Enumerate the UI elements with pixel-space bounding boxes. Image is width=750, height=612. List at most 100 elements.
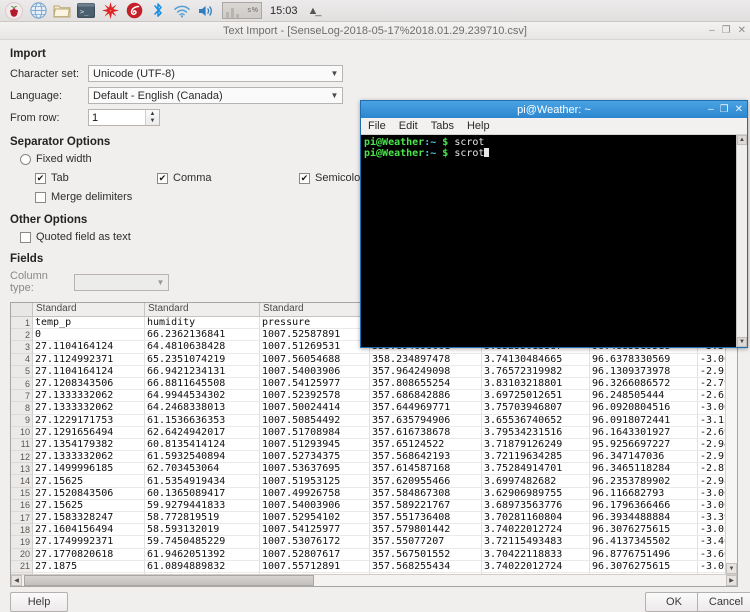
semicolon-checkbox[interactable]: ✔	[299, 172, 310, 184]
fixed-width-radio[interactable]	[20, 153, 31, 165]
maximize-icon[interactable]: ❐	[722, 26, 731, 36]
chevron-down-icon[interactable]: ▼	[327, 66, 342, 81]
table-cell: 3.62906989755	[482, 487, 590, 500]
from-row-stepper[interactable]: 1 ▲ ▼	[88, 109, 160, 126]
mathematica-icon[interactable]	[99, 1, 121, 21]
table-cell: 1007.56054688	[260, 353, 370, 366]
tab-checkbox[interactable]: ✔	[35, 172, 46, 184]
tab-checkbox-row[interactable]: ✔ Tab	[35, 172, 157, 184]
comma-checkbox[interactable]: ✔	[157, 172, 168, 184]
vscroll-track[interactable]	[726, 328, 737, 563]
table-cell: 61.5354919434	[145, 475, 260, 488]
stepper-arrows[interactable]: ▲ ▼	[145, 110, 159, 125]
table-row[interactable]: 19 27.1749992371 59.7450485229 1007.5307617…	[11, 536, 737, 549]
column-type-header-0[interactable]: Standard	[33, 303, 145, 316]
scroll-right-icon[interactable]: ▶	[726, 575, 737, 586]
ok-button[interactable]: OK	[645, 592, 703, 612]
table-row[interactable]: 13 27.1499996185 62.703453064 1007.53637695…	[11, 463, 737, 476]
web-browser-icon[interactable]	[27, 1, 49, 21]
terminal-vscroll-track[interactable]	[737, 145, 747, 337]
from-row-input[interactable]: 1	[89, 110, 145, 125]
table-cell: 1007.52392578	[260, 390, 370, 403]
comma-checkbox-row[interactable]: ✔ Comma	[157, 172, 299, 184]
wolfram-icon[interactable]	[123, 1, 145, 21]
table-row[interactable]: 21 27.1875 61.0894889832 1007.55712891 357.5…	[11, 560, 737, 573]
row-number: 3	[11, 341, 33, 354]
wifi-icon[interactable]	[171, 1, 193, 21]
table-row[interactable]: 15 27.1520843506 60.1365089417 1007.4992675…	[11, 487, 737, 500]
maximize-icon[interactable]: ❐	[720, 104, 729, 115]
table-horizontal-scrollbar[interactable]: ◀ ▶	[11, 574, 737, 586]
minimize-icon[interactable]: –	[709, 26, 715, 36]
table-cell: 3.72119634285	[482, 451, 590, 464]
cancel-button[interactable]: Cancel	[697, 592, 750, 612]
table-cell: 96.0920804516	[590, 402, 698, 415]
hscroll-track[interactable]	[22, 575, 726, 586]
file-manager-icon[interactable]	[51, 1, 73, 21]
menu-item-help[interactable]: Help	[467, 120, 490, 132]
minimize-icon[interactable]: –	[708, 104, 714, 115]
close-icon[interactable]: ✕	[738, 26, 746, 36]
table-row[interactable]: 14 27.15625 61.5354919434 1007.51953125 357.…	[11, 475, 737, 488]
table-cell: 1007.55712891	[260, 560, 370, 573]
table-row[interactable]: 8 27.1333332062 64.2468338013 1007.50024414…	[11, 402, 737, 415]
table-row[interactable]: 18 27.1604156494 58.593132019 1007.54125977…	[11, 524, 737, 537]
table-cell: 357.620955466	[370, 475, 482, 488]
language-select[interactable]: Default - English (Canada) ▼	[88, 87, 343, 104]
table-row[interactable]: 17 27.1583328247 58.772819519 1007.52954102…	[11, 512, 737, 525]
table-row[interactable]: 7 27.1333332062 64.9944534302 1007.52392578…	[11, 390, 737, 403]
scroll-left-icon[interactable]: ◀	[11, 575, 22, 586]
stepper-down-icon[interactable]: ▼	[146, 118, 159, 126]
column-type-select[interactable]: ▼	[74, 273, 169, 291]
table-row[interactable]: 10 27.1291656494 62.6424942017 1007.5170898…	[11, 426, 737, 439]
help-button[interactable]: Help	[10, 592, 68, 612]
merge-delimiters-checkbox[interactable]	[35, 191, 46, 203]
table-cell: 27.15625	[33, 499, 145, 512]
table-cell: 27.1749992371	[33, 536, 145, 549]
table-cell: 95.9256697227	[590, 438, 698, 452]
scroll-down-icon[interactable]: ▼	[737, 337, 747, 347]
terminal-user: pi@Weather	[364, 148, 425, 159]
bluetooth-icon[interactable]	[147, 1, 169, 21]
eject-icon[interactable]: ▲̲	[308, 5, 319, 17]
stepper-up-icon[interactable]: ▲	[146, 110, 159, 118]
menu-item-tabs[interactable]: Tabs	[431, 120, 454, 132]
table-row[interactable]: 16 27.15625 59.9279441833 1007.54003906 357.…	[11, 499, 737, 512]
row-number: 13	[11, 463, 33, 476]
quoted-field-checkbox[interactable]	[20, 231, 31, 243]
terminal-titlebar[interactable]: pi@Weather: ~ – ❐ ✕	[361, 101, 747, 118]
close-icon[interactable]: ✕	[735, 104, 743, 115]
terminal-command: scrot	[454, 148, 485, 159]
terminal-screen[interactable]: pi@Weather:~ $ scrot pi@Weather:~ $ scrot	[361, 135, 747, 347]
table-row[interactable]: 11 27.1354179382 60.8135414124 1007.5129394…	[11, 438, 737, 452]
row-number: 5	[11, 365, 33, 378]
menu-item-edit[interactable]: Edit	[399, 120, 418, 132]
hscroll-thumb[interactable]	[24, 575, 314, 586]
scroll-up-icon[interactable]: ▲	[737, 135, 747, 145]
chevron-down-icon[interactable]: ▼	[327, 88, 342, 103]
table-cell: 3.70422118833	[482, 548, 590, 561]
column-type-header-1[interactable]: Standard	[145, 303, 260, 316]
table-row[interactable]: 5 27.1104164124 66.9421234131 1007.54003906…	[11, 365, 737, 378]
character-set-select[interactable]: Unicode (UTF-8) ▼	[88, 65, 343, 82]
table-row[interactable]: 20 27.1770820618 61.9462051392 1007.5280761…	[11, 548, 737, 561]
terminal-scrollbar[interactable]: ▲ ▼	[736, 135, 747, 347]
table-row[interactable]: 4 27.1124992371 65.2351074219 1007.56054688…	[11, 353, 737, 366]
cpu-monitor-widget[interactable]: s %	[222, 2, 262, 19]
terminal-window[interactable]: pi@Weather: ~ – ❐ ✕ File Edit Tabs Help …	[360, 100, 748, 348]
volume-icon[interactable]	[195, 1, 217, 21]
raspberry-menu-icon[interactable]	[3, 1, 25, 21]
semicolon-checkbox-row[interactable]: ✔ Semicolon	[299, 172, 366, 184]
chevron-down-icon[interactable]: ▼	[153, 275, 168, 290]
table-vertical-scrollbar[interactable]: ▲ ▼	[725, 317, 737, 574]
column-type-header-2[interactable]: Standard	[260, 303, 370, 316]
table-cell: 0	[33, 329, 145, 342]
table-row[interactable]: 6 27.1208343506 66.8811645508 1007.54125977…	[11, 377, 737, 391]
table-row[interactable]: 9 27.1229171753 61.1536636353 1007.50854492…	[11, 414, 737, 427]
terminal-window-controls: – ❐ ✕	[708, 101, 743, 118]
table-row[interactable]: 12 27.1333332062 61.5932540894 1007.5273437…	[11, 451, 737, 464]
scroll-down-icon[interactable]: ▼	[726, 563, 737, 574]
table-cell: 64.9944534302	[145, 390, 260, 403]
menu-item-file[interactable]: File	[368, 120, 386, 132]
terminal-icon[interactable]: >_	[75, 1, 97, 21]
